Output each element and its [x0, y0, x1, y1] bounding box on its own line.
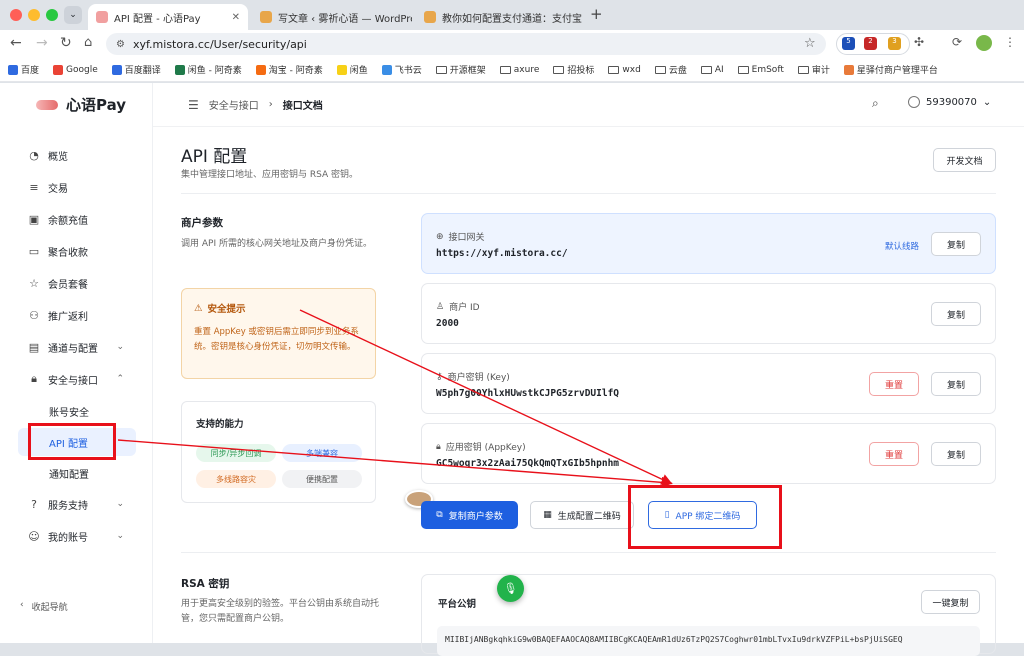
copy-all-button[interactable]: 一键复制 [921, 590, 980, 614]
section-title: RSA 密钥 [181, 578, 230, 590]
platform-key-value[interactable]: MIIBIjANBgkqhkiG9w0BAQEFAAOCAQ8AMIIBCgKC… [437, 626, 980, 656]
microphone-icon: 🎙︎ [503, 582, 518, 595]
annotation-arrow [117, 309, 673, 488]
section-description: 用于更高安全级别的验签。平台公钥由系统自动托管，您只需配置商户公钥。 [181, 599, 380, 624]
voice-input-button[interactable]: 🎙︎ [497, 575, 524, 602]
platform-key-label: 平台公钥 [438, 599, 477, 610]
divider [181, 552, 996, 553]
